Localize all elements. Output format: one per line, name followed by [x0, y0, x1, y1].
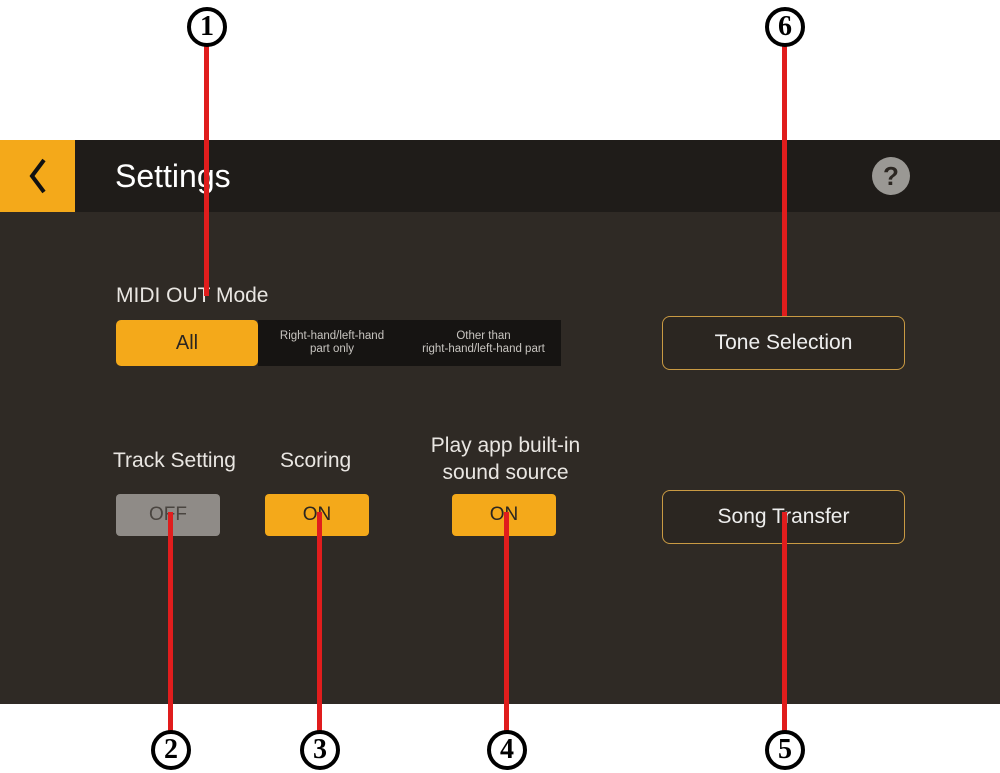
callout-number-6: 6	[778, 11, 792, 43]
chevron-left-icon	[28, 158, 48, 194]
track-setting-label: Track Setting	[113, 449, 236, 473]
midi-option-other-than-label: Other than right-hand/left-hand part	[422, 330, 545, 355]
callout-line-2	[168, 512, 173, 732]
midi-out-mode-label: MIDI OUT Mode	[116, 284, 268, 308]
back-button[interactable]	[0, 140, 75, 212]
callout-line-6	[782, 46, 787, 316]
scoring-label: Scoring	[280, 449, 351, 473]
header-bar: Settings ?	[0, 140, 1000, 212]
callout-number-4: 4	[500, 734, 514, 766]
midi-option-parts-only-label: Right-hand/left-hand part only	[280, 330, 384, 355]
help-icon: ?	[883, 161, 899, 192]
midi-option-all[interactable]: All	[116, 320, 258, 366]
callout-number-1: 1	[200, 11, 214, 43]
callout-badge-6: 6	[765, 7, 805, 47]
play-builtin-label: Play app built-in sound source	[408, 432, 603, 487]
callout-line-4	[504, 512, 509, 732]
midi-out-mode-segment: All Right-hand/left-hand part only Other…	[116, 320, 561, 366]
help-button[interactable]: ?	[872, 157, 910, 195]
callout-number-3: 3	[313, 734, 327, 766]
callout-badge-1: 1	[187, 7, 227, 47]
midi-option-all-label: All	[176, 332, 198, 354]
callout-number-2: 2	[164, 734, 178, 766]
callout-badge-5: 5	[765, 730, 805, 770]
tone-selection-button[interactable]: Tone Selection	[662, 316, 905, 370]
callout-number-5: 5	[778, 734, 792, 766]
midi-option-parts-only[interactable]: Right-hand/left-hand part only	[258, 320, 406, 366]
midi-option-other-than[interactable]: Other than right-hand/left-hand part	[406, 320, 561, 366]
callout-line-5	[782, 512, 787, 732]
callout-badge-2: 2	[151, 730, 191, 770]
callout-badge-4: 4	[487, 730, 527, 770]
tone-selection-label: Tone Selection	[715, 331, 853, 355]
callout-line-1	[204, 46, 209, 296]
callout-line-3	[317, 512, 322, 732]
main-panel: MIDI OUT Mode All Right-hand/left-hand p…	[0, 212, 1000, 704]
page-title: Settings	[115, 158, 231, 195]
callout-badge-3: 3	[300, 730, 340, 770]
